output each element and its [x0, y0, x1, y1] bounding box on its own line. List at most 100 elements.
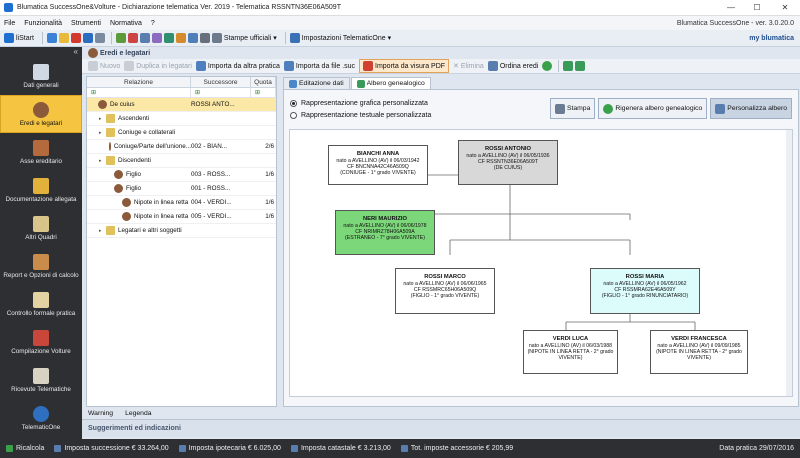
import-icon	[195, 61, 206, 71]
person-box-rossi-maria[interactable]: ROSSI MARIA nato a AVELLINO (AV) il 06/05…	[590, 268, 700, 314]
expand-arrow-icon[interactable]: ▸	[99, 130, 106, 136]
tree-row[interactable]: ▸ Legatari e altri soggetti	[87, 224, 276, 238]
tools-icon[interactable]	[199, 33, 210, 43]
expand-arrow-icon[interactable]: ▸	[99, 228, 106, 234]
refresh-icon	[603, 103, 614, 114]
content-toolbar: Nuovo Duplica in legatari Importa da alt…	[82, 59, 800, 74]
calc-icon[interactable]	[115, 33, 126, 43]
mail-icon[interactable]	[187, 33, 198, 43]
tree-row[interactable]: Coniuge/Parte dell'unione... 002 - BIAN..…	[87, 140, 276, 154]
vertical-scrollbar[interactable]	[786, 130, 792, 396]
person-box-bianchi-anna[interactable]: BIANCHI ANNA nato a AVELLINO (AV) il 06/0…	[328, 145, 428, 185]
quota-cell: 1/6	[265, 171, 274, 178]
expand-icon[interactable]	[563, 61, 574, 71]
menu-strumenti[interactable]: Strumenti	[71, 20, 101, 27]
person-box-neri-maurizio[interactable]: NERI MAURIZIO nato a AVELLINO (AV) il 06/…	[335, 210, 435, 255]
nuovo-button[interactable]: Nuovo	[88, 61, 120, 71]
impostazioni-telematicone-button[interactable]: Impostazioni TelematicOne ▾	[289, 33, 391, 43]
person-box-rossi-antonio[interactable]: ROSSI ANTONIO nato a AVELLINO (AV) il 06/…	[458, 140, 558, 185]
duplica-button[interactable]: Duplica in legatari	[124, 61, 192, 71]
tree-row[interactable]: Nipote in linea retta 004 - VERDI... 1/6	[87, 196, 276, 210]
sidebar-item-controllo[interactable]: Controllo formale pratica	[0, 285, 82, 323]
filter-icon[interactable]: ⊞	[191, 88, 251, 97]
telematic-icon	[289, 33, 300, 43]
save-as-icon[interactable]	[94, 33, 105, 43]
close-button[interactable]: ✕	[770, 0, 800, 16]
menu-normativa[interactable]: Normativa	[110, 20, 142, 27]
person-box-rossi-marco[interactable]: ROSSI MARCO nato a AVELLINO (AV) il 06/06…	[395, 268, 495, 314]
expand-arrow-icon[interactable]: ▸	[99, 158, 106, 164]
start-button[interactable]: liStart	[4, 33, 34, 43]
export-icon[interactable]	[163, 33, 174, 43]
column-successore[interactable]: Successore	[191, 77, 251, 87]
pdf-icon[interactable]	[127, 33, 138, 43]
sidebar-item-eredi-legatari[interactable]: Eredi e legatari	[0, 95, 82, 133]
filter-icon[interactable]: ⊞	[87, 88, 191, 97]
tree-row[interactable]: Nipote in linea retta 005 - VERDI... 1/6	[87, 210, 276, 224]
open-folder-icon[interactable]	[58, 33, 69, 43]
tree-row[interactable]: ▸ Discendenti	[87, 154, 276, 168]
radio-grafica[interactable]: Rappresentazione grafica personalizzata	[290, 100, 431, 107]
collapse-sidebar-button[interactable]: «	[0, 47, 82, 57]
printer-icon	[211, 33, 222, 43]
menu-file[interactable]: File	[4, 20, 15, 27]
tab-legenda[interactable]: Legenda	[123, 410, 151, 417]
maximize-button[interactable]: ☐	[744, 0, 770, 16]
new-icon[interactable]	[46, 33, 57, 43]
menu-help[interactable]: ?	[151, 20, 155, 27]
column-quota[interactable]: Quota	[251, 77, 276, 87]
importa-altra-pratica-button[interactable]: Importa da altra pratica	[195, 61, 280, 71]
print-icon	[554, 103, 565, 114]
sidebar-item-report[interactable]: Report e Opzioni di calcolo	[0, 247, 82, 285]
stampa-button[interactable]: Stampa	[549, 98, 596, 119]
collapse-icon[interactable]	[575, 61, 586, 71]
tree-row[interactable]: ▸ Ascendenti	[87, 112, 276, 126]
radio-testuale[interactable]: Rappresentazione testuale personalizzata	[290, 112, 431, 119]
tab-warning[interactable]: Warning	[86, 410, 113, 417]
document-icon	[33, 63, 49, 80]
mail-icon	[33, 367, 49, 384]
stampe-ufficiali-button[interactable]: Stampe ufficiali ▾	[211, 33, 277, 43]
brand-logo[interactable]: my blumatica	[749, 35, 794, 42]
group-folder-icon	[106, 114, 115, 123]
sidebar-item-altri-quadri[interactable]: Altri Quadri	[0, 209, 82, 247]
filter-icon[interactable]: ⊞	[251, 88, 276, 97]
elimina-button[interactable]: ✕ Elimina	[453, 62, 484, 71]
tree-row[interactable]: Figlio 003 - ROSS... 1/6	[87, 168, 276, 182]
sidebar-item-documentazione[interactable]: Documentazione allegata	[0, 171, 82, 209]
sidebar-item-dati-generali[interactable]: Dati generali	[0, 57, 82, 95]
person-box-verdi-francesca[interactable]: VERDI FRANCESCA nato a AVELLINO (AV) il 0…	[650, 330, 748, 374]
tree-row[interactable]: Figlio 001 - ROSS...	[87, 182, 276, 196]
ricalcola-button[interactable]: Ricalcola	[6, 445, 44, 452]
importa-visura-pdf-button[interactable]: Importa da visura PDF	[359, 59, 450, 73]
rigenera-button[interactable]: Rigenera albero genealogico	[598, 98, 708, 119]
tree-row[interactable]: De cuius ROSSI ANTO...	[87, 98, 276, 112]
column-relazione[interactable]: Relazione	[87, 77, 191, 87]
tab-albero-genealogico[interactable]: Albero genealogico	[350, 77, 431, 89]
print-icon[interactable]	[139, 33, 150, 43]
relation-label: Coniuge/Parte dell'unione...	[113, 143, 191, 150]
successor-cell: 004 - VERDI...	[191, 199, 232, 206]
suggestions-panel[interactable]: Suggerimenti ed indicazioni	[82, 419, 800, 437]
sidebar-item-asse-ereditario[interactable]: Asse ereditario	[0, 133, 82, 171]
sidebar-item-telematicone[interactable]: TelematicOne	[0, 399, 82, 437]
genealogy-panel: Rappresentazione grafica personalizzata …	[283, 89, 799, 407]
save-icon[interactable]	[82, 33, 93, 43]
refresh-icon[interactable]	[542, 61, 553, 71]
sidebar-item-ricevute[interactable]: Ricevute Telematiche	[0, 361, 82, 399]
sidebar-item-volture[interactable]: Compilazione Volture	[0, 323, 82, 361]
checklist-icon	[33, 291, 49, 308]
person-box-verdi-luca[interactable]: VERDI LUCA nato a AVELLINO (AV) il 06/03/…	[523, 330, 618, 374]
menu-funzionalita[interactable]: Funzionalità	[24, 20, 62, 27]
expand-arrow-icon[interactable]: ▸	[99, 116, 106, 122]
personalizza-button[interactable]: Personalizza albero	[710, 98, 792, 119]
settings-icon[interactable]	[151, 33, 162, 43]
close-doc-icon[interactable]	[70, 33, 81, 43]
minimize-button[interactable]: —	[718, 0, 744, 16]
tab-editazione-dati[interactable]: Editazione dati	[283, 77, 350, 89]
tree-row[interactable]: ▸ Coniuge e collaterali	[87, 126, 276, 140]
filter-row: ⊞ ⊞ ⊞	[87, 88, 276, 98]
warning-icon[interactable]	[175, 33, 186, 43]
ordina-eredi-button[interactable]: Ordina eredi	[487, 61, 538, 71]
importa-file-suc-button[interactable]: Importa da file .suc	[283, 61, 355, 71]
